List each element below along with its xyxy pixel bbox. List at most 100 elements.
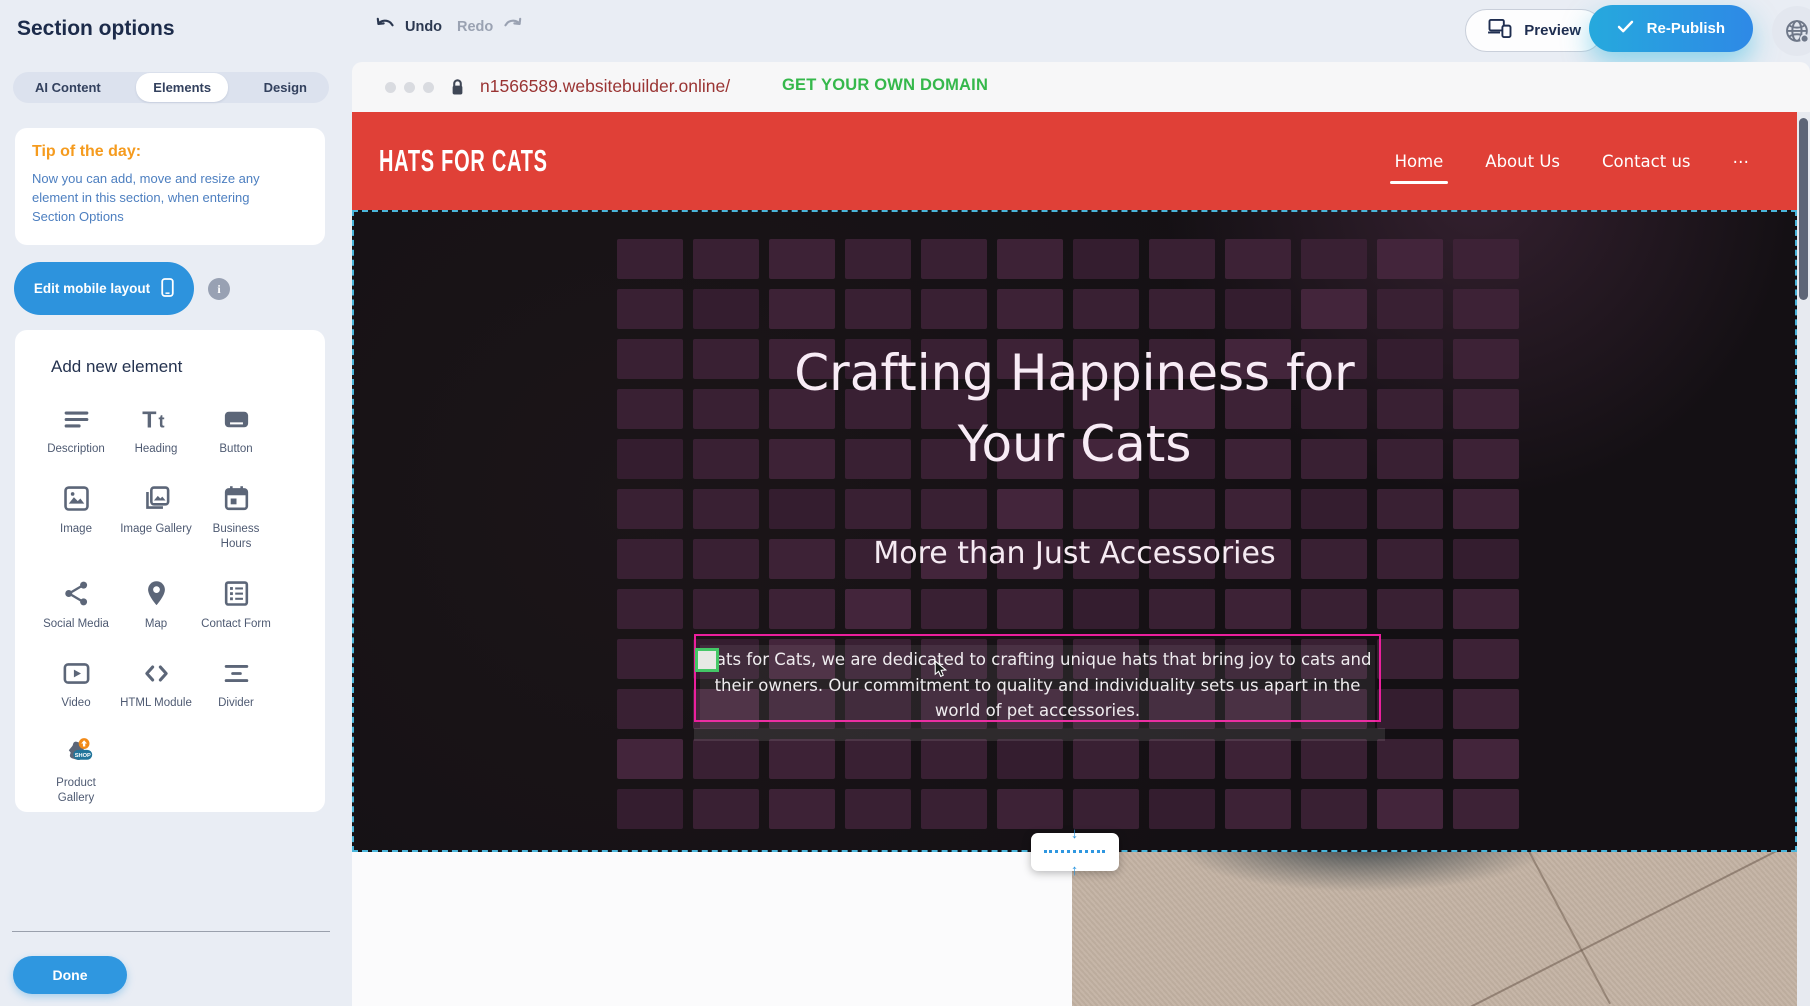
undo-button[interactable]: Undo <box>375 17 442 36</box>
hero-grid-tile <box>769 789 835 829</box>
add-element-item[interactable]: Divider <box>196 651 276 716</box>
pavement-photo <box>1072 852 1797 1006</box>
get-domain-link[interactable]: GET YOUR OWN DOMAIN <box>782 76 988 95</box>
hero-grid-tile <box>1377 739 1443 779</box>
add-element-item[interactable]: Tt Heading <box>116 397 196 462</box>
hero-grid-tile <box>845 789 911 829</box>
hero-grid-tile <box>845 589 911 629</box>
preview-scrollbar-thumb[interactable] <box>1799 118 1808 300</box>
tip-of-the-day-card: Tip of the day: Now you can add, move an… <box>15 128 325 245</box>
add-element-item[interactable]: Image Gallery <box>116 477 196 557</box>
hero-grid-tile <box>1149 289 1215 329</box>
hero-grid-tile <box>845 289 911 329</box>
hero-grid-tile <box>1073 239 1139 279</box>
hero-grid-tile <box>1225 239 1291 279</box>
hero-grid-tile <box>617 739 683 779</box>
redo-icon <box>502 17 523 36</box>
panel-tab[interactable]: Design <box>247 73 324 102</box>
language-globe-icon[interactable] <box>1772 6 1810 56</box>
hero-grid-tile <box>1377 589 1443 629</box>
add-element-item[interactable]: Business Hours <box>196 477 276 557</box>
selected-text-element[interactable]: Hats for Cats, we are dedicated to craft… <box>694 634 1381 722</box>
hero-grid-tile <box>1149 789 1215 829</box>
section-resize-handle[interactable]: ↓ ↑ <box>1031 833 1119 871</box>
element-label: Map <box>145 617 167 633</box>
nav-item[interactable]: Contact us <box>1602 152 1691 171</box>
lock-icon <box>450 78 465 102</box>
hero-grid-tile <box>769 239 835 279</box>
hero-grid-tile <box>1377 489 1443 529</box>
add-element-item[interactable]: Map <box>116 572 196 637</box>
hero-grid-tile <box>693 489 759 529</box>
hero-grid-tile <box>1301 489 1367 529</box>
info-icon[interactable]: i <box>208 278 230 300</box>
preview-button[interactable]: Preview <box>1465 9 1603 52</box>
add-element-item[interactable]: Video <box>36 651 116 716</box>
panel-tab[interactable]: AI Content <box>18 73 118 102</box>
hero-grid-tile <box>1377 639 1443 679</box>
image-gallery-icon <box>138 481 174 517</box>
preview-scrollbar-track[interactable] <box>1797 112 1810 1006</box>
nav-item[interactable]: ⋯ <box>1733 152 1750 171</box>
hero-grid-tile <box>921 489 987 529</box>
pavement-joint-line <box>1382 852 1797 1006</box>
hero-grid-tile <box>1073 589 1139 629</box>
divider-icon <box>218 655 254 691</box>
arrow-up-icon: ↑ <box>1071 863 1079 878</box>
element-label: Contact Form <box>201 617 271 633</box>
hero-heading[interactable]: Crafting Happiness for Your Cats <box>735 338 1415 480</box>
add-element-item[interactable]: Button <box>196 397 276 462</box>
element-label: HTML Module <box>120 696 192 712</box>
site-logo[interactable]: HATS FOR CATS <box>379 144 548 179</box>
check-icon <box>1617 20 1634 37</box>
add-element-item[interactable]: Description <box>36 397 116 462</box>
panel-tab[interactable]: Elements <box>136 73 228 102</box>
hero-grid-tile <box>1453 689 1519 729</box>
done-button[interactable]: Done <box>13 956 127 994</box>
redo-button[interactable]: Redo <box>457 17 523 36</box>
element-label: Business Hours <box>197 522 275 553</box>
hero-grid-tile <box>1149 489 1215 529</box>
hero-grid-tile <box>997 739 1063 779</box>
add-element-item[interactable]: Social Media <box>36 572 116 637</box>
site-preview-window: n1566589.websitebuilder.online/ GET YOUR… <box>352 62 1810 1006</box>
url-text[interactable]: n1566589.websitebuilder.online/ <box>480 76 730 97</box>
hero-section[interactable]: Crafting Happiness for Your Cats More th… <box>352 210 1797 852</box>
element-hover-ghost <box>694 728 1385 741</box>
nav-item[interactable]: Home <box>1395 152 1444 171</box>
element-label: Image <box>60 522 92 538</box>
map-icon <box>138 576 174 612</box>
hero-grid-tile <box>693 589 759 629</box>
hero-grid-tile <box>1453 789 1519 829</box>
republish-button[interactable]: Re-Publish <box>1589 5 1753 52</box>
element-drag-handle[interactable] <box>695 648 719 672</box>
add-new-element-title: Add new element <box>51 357 325 377</box>
element-grid: Description Tt Heading Button Image <box>36 397 325 811</box>
hero-grid-tile <box>997 289 1063 329</box>
nav-item[interactable]: About Us <box>1485 152 1560 171</box>
add-element-item[interactable]: Contact Form <box>196 572 276 637</box>
edit-mobile-layout-button[interactable]: Edit mobile layout <box>14 262 194 315</box>
top-toolbar: Undo Redo Preview Re-Publish <box>352 0 1810 62</box>
pavement-joint-line <box>1487 852 1611 1004</box>
hero-grid-tile <box>1301 789 1367 829</box>
hero-grid-tile <box>1377 789 1443 829</box>
hero-grid-tile <box>1301 739 1367 779</box>
panel-divider <box>12 931 330 932</box>
section-options-panel: Section options AI Content Elements Desi… <box>0 0 352 1006</box>
hero-grid-tile <box>1377 289 1443 329</box>
hero-grid-tile <box>1301 589 1367 629</box>
add-element-item[interactable]: Image <box>36 477 116 557</box>
hero-grid-tile <box>617 439 683 479</box>
add-element-item[interactable]: HTML Module <box>116 651 196 716</box>
hero-grid-tile <box>617 389 683 429</box>
hero-grid-tile <box>617 689 683 729</box>
hero-grid-tile <box>617 789 683 829</box>
add-element-item[interactable]: SHOP Product Gallery <box>36 731 116 811</box>
hero-body-text[interactable]: Hats for Cats, we are dedicated to craft… <box>700 645 1375 728</box>
hero-grid-tile <box>1453 639 1519 679</box>
hero-subheading[interactable]: More than Just Accessories <box>352 536 1797 571</box>
browser-bar: n1566589.websitebuilder.online/ GET YOUR… <box>352 62 1810 112</box>
edit-mobile-layout-label: Edit mobile layout <box>34 281 150 296</box>
panel-title: Section options <box>17 17 175 41</box>
